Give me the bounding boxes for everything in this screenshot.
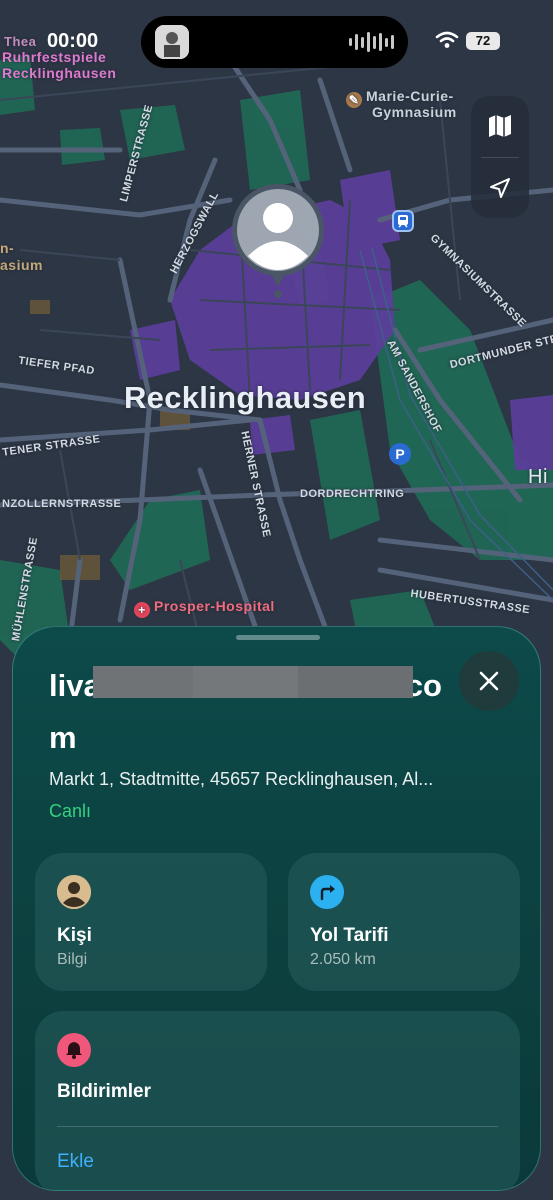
map-controls <box>471 96 529 218</box>
sheet-grabber[interactable] <box>236 635 320 640</box>
battery-indicator: 72 <box>466 32 500 50</box>
poi-hospital[interactable]: + Prosper-Hospital <box>134 598 275 618</box>
contact-card-subtitle: Bilgi <box>57 951 88 968</box>
person-icon <box>57 875 91 909</box>
person-address: Markt 1, Stadtmitte, 45657 Recklinghause… <box>49 769 434 789</box>
bell-icon <box>57 1033 91 1067</box>
live-status: Canlı <box>49 801 92 821</box>
hospital-icon: + <box>134 602 150 618</box>
street-label: DORDRECHTRING <box>300 488 405 500</box>
poi-school-line2[interactable]: Gymnasium <box>372 104 457 120</box>
wifi-icon <box>435 31 459 48</box>
redaction-block <box>298 666 413 698</box>
close-button[interactable] <box>459 651 519 711</box>
now-playing-artwork <box>155 25 189 59</box>
poi-left-line2[interactable]: asium <box>0 257 43 273</box>
poi-right-edge[interactable]: Hi <box>528 466 548 489</box>
contact-card-title: Kişi <box>57 925 92 946</box>
map-mode-button[interactable] <box>471 98 529 154</box>
notifications-card: Bildirimler Ekle <box>35 1011 520 1190</box>
parking-icon[interactable]: P <box>389 443 411 465</box>
person-location-pin[interactable] <box>228 184 328 300</box>
directions-card-button[interactable]: Yol Tarifi 2.050 km <box>288 853 520 991</box>
poi-hospital-label: Prosper-Hospital <box>154 598 275 614</box>
close-icon <box>479 671 499 691</box>
person-detail-sheet: liva co m Markt 1, Stadtmitte, 45657 Reck… <box>12 626 541 1191</box>
locate-button[interactable] <box>471 160 529 216</box>
poi-school-line1: Marie-Curie- <box>366 88 454 104</box>
avatar-pin-icon <box>232 184 324 298</box>
redaction-block <box>93 666 193 698</box>
contact-card-button[interactable]: Kişi Bilgi <box>35 853 267 991</box>
dynamic-island[interactable] <box>141 16 408 68</box>
notifications-divider <box>57 1126 498 1127</box>
directions-card-title: Yol Tarifi <box>310 925 389 946</box>
school-icon: ✎ <box>346 92 362 108</box>
street-label: NZOLLERNSTRASSE <box>2 498 122 510</box>
notifications-title: Bildirimler <box>57 1081 151 1102</box>
add-notification-button[interactable]: Ekle <box>57 1151 94 1173</box>
audio-waveform-icon <box>349 32 394 52</box>
train-station-icon[interactable] <box>392 210 414 232</box>
status-time: 00:00 <box>47 30 99 52</box>
status-bar: 00:00 72 <box>0 0 553 82</box>
directions-distance: 2.050 km <box>310 951 376 968</box>
person-name-line2: m <box>49 720 77 755</box>
poi-left-line1[interactable]: n- <box>0 240 14 256</box>
controls-divider <box>481 157 519 158</box>
directions-icon <box>310 875 344 909</box>
map-icon <box>489 115 511 137</box>
location-arrow-icon <box>490 178 510 198</box>
redaction-block <box>193 666 303 698</box>
city-label: Recklinghausen <box>124 380 366 415</box>
